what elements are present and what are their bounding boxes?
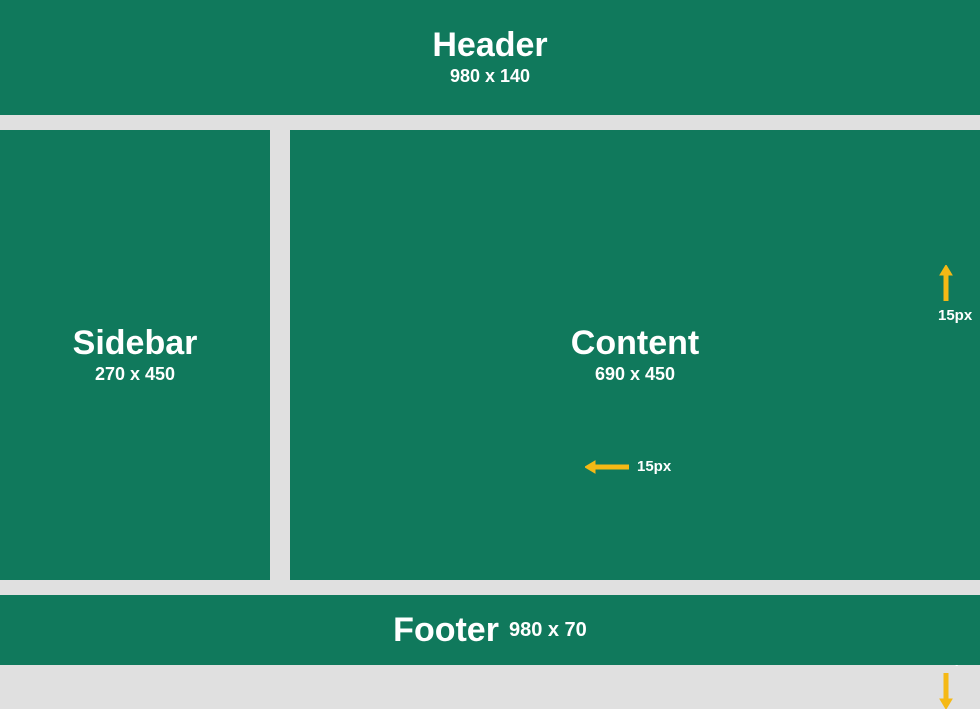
gap-value-top: 15px: [938, 307, 972, 324]
arrow-up-icon: [938, 265, 972, 301]
arrow-left-icon: [585, 459, 629, 475]
content-title: Content: [571, 326, 699, 360]
gap-value-left: 15px: [637, 458, 671, 475]
sidebar-title: Sidebar: [73, 326, 198, 360]
sidebar-dimensions: 270 x 450: [95, 364, 175, 385]
sidebar-panel: Sidebar 270 x 450: [0, 130, 270, 580]
header-panel: Header 980 x 140: [0, 0, 980, 115]
arrow-down-icon: [938, 673, 972, 709]
footer-panel: Footer 980 x 70: [0, 595, 980, 665]
footer-title: Footer: [393, 613, 499, 647]
content-panel: Content 690 x 450 15px 15px 15px: [290, 130, 980, 580]
gap-indicator-top: 15px: [938, 265, 972, 324]
footer-dimensions: 980 x 70: [509, 619, 587, 642]
header-dimensions: 980 x 140: [450, 66, 530, 87]
header-title: Header: [432, 28, 547, 62]
gap-indicator-left: 15px: [585, 458, 671, 475]
content-dimensions: 690 x 450: [595, 364, 675, 385]
